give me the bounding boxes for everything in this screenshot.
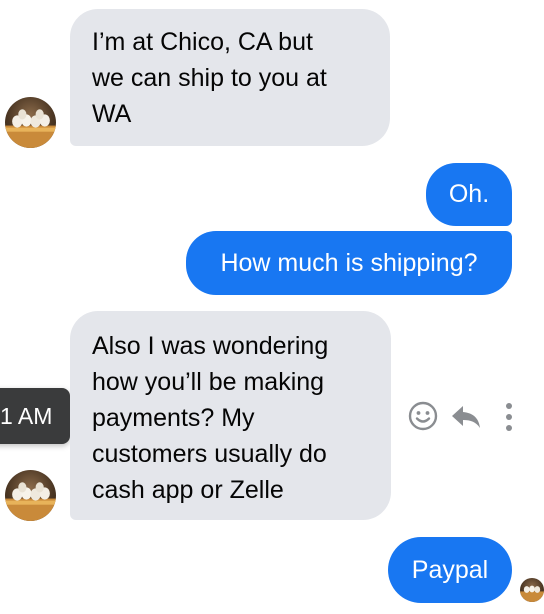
message-bubble-outgoing[interactable]: How much is shipping? — [186, 231, 512, 295]
sender-avatar[interactable] — [5, 470, 56, 521]
message-text-line: we can ship to you at — [92, 64, 327, 92]
message-bubble-outgoing[interactable]: Oh. — [426, 163, 512, 226]
more-options-icon[interactable] — [503, 401, 515, 433]
message-text: Oh. — [448, 180, 490, 208]
message-text-line: I’m at Chico, CA but — [92, 28, 313, 56]
message-text-line: payments? My — [92, 404, 255, 432]
sender-avatar[interactable] — [5, 97, 56, 148]
smiley-reaction-icon[interactable] — [408, 401, 438, 431]
avatar-photo-icon — [5, 482, 56, 521]
message-text-line: customers usually do — [92, 440, 327, 468]
timestamp-text: 1 AM — [0, 403, 53, 429]
timestamp-tooltip: 1 AM — [0, 388, 70, 444]
message-bubble-outgoing[interactable]: Paypal — [388, 537, 512, 603]
message-text: How much is shipping? — [220, 249, 478, 277]
read-receipt-avatar — [520, 578, 544, 602]
avatar-photo-icon — [5, 109, 56, 148]
reply-icon[interactable] — [450, 403, 482, 431]
message-text-line: Also I was wondering — [92, 332, 329, 360]
message-bubble-incoming[interactable]: I’m at Chico, CA but we can ship to you … — [70, 9, 390, 146]
message-bubble-incoming[interactable]: Also I was wondering how you’ll be makin… — [70, 311, 391, 520]
message-text: Paypal — [411, 556, 489, 584]
message-text-line: how you’ll be making — [92, 368, 325, 396]
message-text-line: WA — [92, 100, 132, 128]
avatar-photo-icon — [520, 585, 544, 602]
message-text-line: cash app or Zelle — [92, 476, 284, 504]
